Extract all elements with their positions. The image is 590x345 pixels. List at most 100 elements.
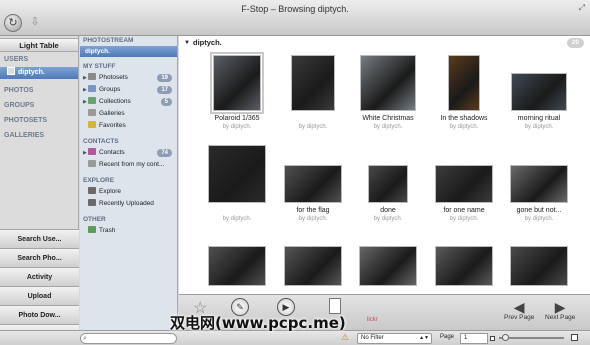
other-label: Trash	[99, 227, 116, 234]
warning-icon[interactable]: ⚠	[341, 332, 349, 343]
contacts-label: Contacts	[99, 149, 125, 156]
search-photos-button[interactable]: Search Pho...	[0, 248, 79, 267]
photo-thumbnail[interactable]	[368, 165, 408, 203]
mystuff-icon	[88, 109, 96, 116]
flickr-link[interactable]: lickr	[367, 317, 378, 323]
nav-photosets[interactable]: PHOTOSETS	[0, 113, 78, 128]
next-page-label: Next Page	[545, 314, 576, 321]
photo-title: Polaroid 1/365	[214, 115, 260, 122]
photo-thumbnail[interactable]	[435, 246, 493, 286]
photo-thumbnail[interactable]	[448, 55, 480, 111]
download-button[interactable]: ⇩	[26, 14, 44, 32]
photo-title: for one name	[443, 207, 485, 214]
photo-thumbnail[interactable]	[284, 246, 342, 286]
prev-page-label: Prev Page	[504, 314, 535, 321]
photo-owner: by diptych.	[449, 124, 479, 130]
photo-download-button[interactable]: Photo Dow...	[0, 305, 79, 324]
zoom-slider-knob[interactable]	[501, 334, 509, 341]
mystuff-icon	[88, 73, 96, 80]
activity-button[interactable]: Activity	[0, 267, 79, 286]
page-label: Page	[440, 334, 455, 340]
prev-page-button[interactable]: ◀ Prev Page	[504, 300, 534, 321]
photo-thumbnail[interactable]	[360, 55, 416, 111]
photostream-item[interactable]: diptych.	[80, 46, 177, 57]
disclosure-icon[interactable]: ▼	[184, 36, 190, 50]
photo-owner: by diptych.	[373, 216, 403, 222]
photo-thumbnail[interactable]	[435, 165, 493, 203]
photostream-heading: PHOTOSTREAM	[83, 37, 134, 44]
mystuff-label: Favorites	[99, 122, 126, 129]
photo-title: In the shadows	[440, 115, 488, 122]
count-badge: 17	[157, 86, 172, 94]
mystuff-label: Photosets	[99, 74, 128, 81]
window-title: F-Stop – Browsing diptych.	[241, 4, 349, 14]
photo-thumbnail[interactable]	[510, 165, 568, 203]
mystuff-item-1[interactable]: ▶ Groups 17	[80, 84, 177, 96]
nav-groups[interactable]: GROUPS	[0, 98, 78, 113]
filter-select[interactable]: No Filter ▲▼	[357, 333, 432, 344]
contacts-icon	[88, 160, 96, 167]
user-name: diptych.	[18, 69, 45, 76]
photo-thumbnail[interactable]	[359, 246, 417, 286]
photo-count-badge: 20	[566, 38, 584, 48]
photo-thumbnail[interactable]	[208, 246, 266, 286]
photo-owner: by diptych.	[524, 124, 554, 130]
contacts-label: Recent from my cont...	[99, 161, 165, 168]
source-list: PHOTOSTREAM diptych. MY STUFF ▶ Photosets…	[80, 36, 178, 330]
next-arrow-icon: ▶	[554, 299, 566, 315]
mystuff-icon	[88, 97, 96, 104]
contacts-heading: CONTACTS	[83, 138, 119, 145]
search-input[interactable]: ⌕	[80, 333, 177, 344]
explore-item-0[interactable]: Explore	[80, 186, 177, 198]
photo-thumbnail[interactable]	[510, 246, 568, 286]
mystuff-icon	[88, 121, 96, 128]
photo-owner: by diptych.	[298, 124, 328, 130]
zoom-large-icon	[571, 334, 578, 341]
photo-title: done	[380, 207, 396, 214]
explore-item-1[interactable]: Recently Uploaded	[80, 198, 177, 210]
photo-thumbnail[interactable]	[291, 55, 335, 111]
watermark: 双电网(www.pcpc.me)	[170, 314, 346, 332]
upload-button[interactable]: Upload	[0, 286, 79, 305]
mystuff-item-0[interactable]: ▶ Photosets 19	[80, 72, 177, 84]
mystuff-heading: MY STUFF	[83, 63, 116, 70]
other-item-0[interactable]: Trash	[80, 225, 177, 237]
explore-label: Recently Uploaded	[99, 200, 154, 207]
mystuff-label: Galleries	[99, 110, 125, 117]
photo-thumbnail[interactable]	[208, 145, 266, 203]
nav-galleries[interactable]: GALLERIES	[0, 128, 78, 143]
light-table-button[interactable]: Light Table	[0, 38, 78, 52]
contacts-item-0[interactable]: ▶ Contacts 74	[80, 147, 177, 159]
count-badge: 5	[160, 98, 172, 106]
filter-value: No Filter	[361, 335, 384, 341]
page-field[interactable]: 1	[460, 333, 488, 344]
flickr-label: lickr	[367, 317, 378, 323]
fullscreen-icon[interactable]: ⤢	[579, 3, 585, 13]
photo-owner: by diptych.	[222, 124, 252, 130]
next-page-button[interactable]: ▶ Next Page	[545, 300, 575, 321]
photo-thumbnail[interactable]	[284, 165, 342, 203]
zoom-slider[interactable]	[499, 334, 564, 341]
explore-icon	[88, 199, 96, 206]
count-badge: 19	[157, 74, 172, 82]
avatar	[7, 67, 15, 75]
download-icon: ⇩	[30, 16, 40, 28]
photo-owner: by diptych.	[449, 216, 479, 222]
refresh-button[interactable]: ↻	[4, 14, 22, 32]
mystuff-item-3[interactable]: Galleries	[80, 108, 177, 120]
photo-thumbnail[interactable]	[210, 52, 264, 114]
contacts-item-1[interactable]: Recent from my cont...	[80, 159, 177, 171]
photo-title: for the flag	[296, 207, 330, 214]
search-icon: ⌕	[83, 335, 87, 342]
mystuff-item-4[interactable]: Favorites	[80, 120, 177, 132]
photo-owner: by diptych.	[373, 124, 403, 130]
user-item[interactable]: diptych.	[0, 67, 78, 79]
users-heading: USERS	[4, 56, 29, 63]
search-users-button[interactable]: Search Use...	[0, 229, 79, 248]
other-icon	[88, 226, 96, 233]
zoom-small-icon	[490, 336, 495, 341]
photo-title: White Christmas	[362, 115, 414, 122]
photo-thumbnail[interactable]	[511, 73, 567, 111]
nav-photos[interactable]: PHOTOS	[0, 83, 78, 98]
mystuff-item-2[interactable]: ▶ Collections 5	[80, 96, 177, 108]
